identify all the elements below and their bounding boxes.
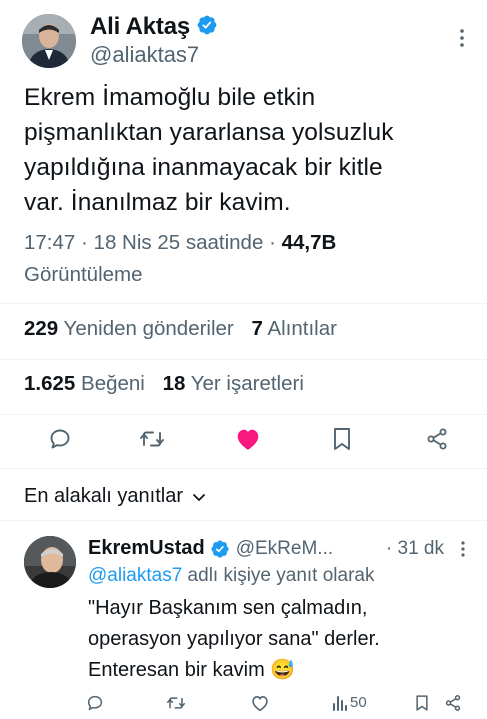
more-options-icon[interactable] (456, 28, 468, 48)
tweet-text-line: Ekrem İmamoğlu bile etkin (24, 84, 316, 111)
retweets-label: Yeniden gönderiler (63, 317, 234, 340)
reply-bookmark-button[interactable] (414, 694, 430, 712)
heart-icon (237, 429, 259, 450)
retweets-count: 229 (24, 317, 59, 340)
retweets-stat[interactable]: 229 Yeniden gönderiler (24, 317, 239, 340)
reply-author-avatar[interactable] (24, 536, 76, 588)
tweet-text-line: yapıldığına inanmayacak bir kitle (24, 154, 383, 181)
replies-sort-label: En alakalı yanıtlar (24, 485, 183, 507)
tweet-views-label: Görüntüleme (24, 263, 143, 286)
reply-author-handle[interactable]: @EkReM... (236, 538, 333, 560)
reply-text: "Hayır Başkanım sen çalmadın, operasyon … (88, 593, 468, 686)
reply-time[interactable]: · 31 dk (386, 538, 448, 560)
chevron-down-icon (193, 493, 205, 501)
replies-sort-dropdown[interactable]: En alakalı yanıtlar (24, 485, 207, 508)
reply-repost-button[interactable] (166, 694, 186, 712)
author-name[interactable]: Ali Aktaş (90, 13, 190, 41)
tweet-date[interactable]: 18 Nis 25 saatinde (94, 231, 264, 254)
likes-stat[interactable]: 1.625 Beğeni (24, 372, 151, 395)
reply-reply-button[interactable] (86, 694, 104, 712)
divider (0, 468, 487, 469)
bookmark-icon (334, 428, 350, 450)
likes-count: 1.625 (24, 372, 76, 395)
repost-button[interactable] (136, 424, 168, 454)
verified-badge-icon (210, 539, 230, 559)
tweet-views-count: 44,7B (281, 231, 337, 254)
bookmark-button[interactable] (326, 424, 358, 454)
tweet-meta: 17:47 · 18 Nis 25 saatinde · 44,7B Görün… (24, 231, 337, 286)
tweet-text-line: var. İnanılmaz bir kavim. (24, 189, 291, 216)
likes-label: Beğeni (81, 372, 145, 395)
reply-icon (50, 429, 70, 449)
author-avatar[interactable] (22, 14, 76, 68)
stats-row-likes: 1.625 Beğeni 18 Yer işaretleri (24, 372, 304, 396)
repost-icon (167, 697, 185, 709)
divider (0, 359, 487, 360)
replying-to: @aliaktas7 adlı kişiye yanıt olarak (88, 565, 374, 587)
heart-outline-icon (252, 696, 268, 712)
repost-icon (140, 431, 164, 447)
quotes-count: 7 (251, 317, 263, 340)
replying-to-handle[interactable]: @aliaktas7 (88, 565, 182, 586)
views-chart-icon (333, 695, 347, 711)
share-icon (427, 428, 447, 450)
tweet-text: Ekrem İmamoğlu bile etkin pişmanlıktan y… (24, 80, 474, 220)
reply-views-stat[interactable]: 50 (332, 694, 367, 711)
divider (0, 520, 487, 521)
bookmarks-label: Yer işaretleri (190, 372, 304, 395)
quotes-label: Alıntılar (267, 317, 337, 340)
reply-text-line: "Hayır Başkanım sen çalmadın, (88, 597, 368, 619)
reply-author-name[interactable]: EkremUstad (88, 537, 205, 560)
like-button[interactable] (232, 424, 264, 454)
tweet-time[interactable]: 17:47 (24, 231, 75, 254)
divider (0, 414, 487, 415)
bookmarks-stat[interactable]: 18 Yer işaretleri (163, 372, 304, 395)
reply-views-count: 50 (350, 694, 367, 711)
reply-share-button[interactable] (444, 694, 462, 712)
reply-button[interactable] (44, 424, 76, 454)
reply-text-line: operasyon yapılıyor sana" derler. (88, 628, 380, 650)
quotes-stat[interactable]: 7 Alıntılar (251, 317, 336, 340)
share-button[interactable] (421, 424, 453, 454)
bookmarks-count: 18 (162, 372, 186, 395)
replying-to-text: adlı kişiye yanıt olarak (182, 565, 375, 586)
reply-text-line: Enteresan bir kavim 😅 (88, 659, 296, 681)
author-handle[interactable]: @aliaktas7 (90, 42, 199, 68)
bookmark-icon (416, 695, 428, 711)
verified-badge-icon (196, 14, 218, 41)
tweet-text-line: pişmanlıktan yararlansa yolsuzluk (24, 119, 394, 146)
more-options-icon[interactable] (457, 540, 469, 558)
share-icon (445, 695, 461, 711)
reply-like-button[interactable] (250, 694, 270, 712)
reply-icon (87, 695, 103, 711)
stats-row-reposts: 229 Yeniden gönderiler 7 Alıntılar (24, 317, 337, 341)
divider (0, 303, 487, 304)
